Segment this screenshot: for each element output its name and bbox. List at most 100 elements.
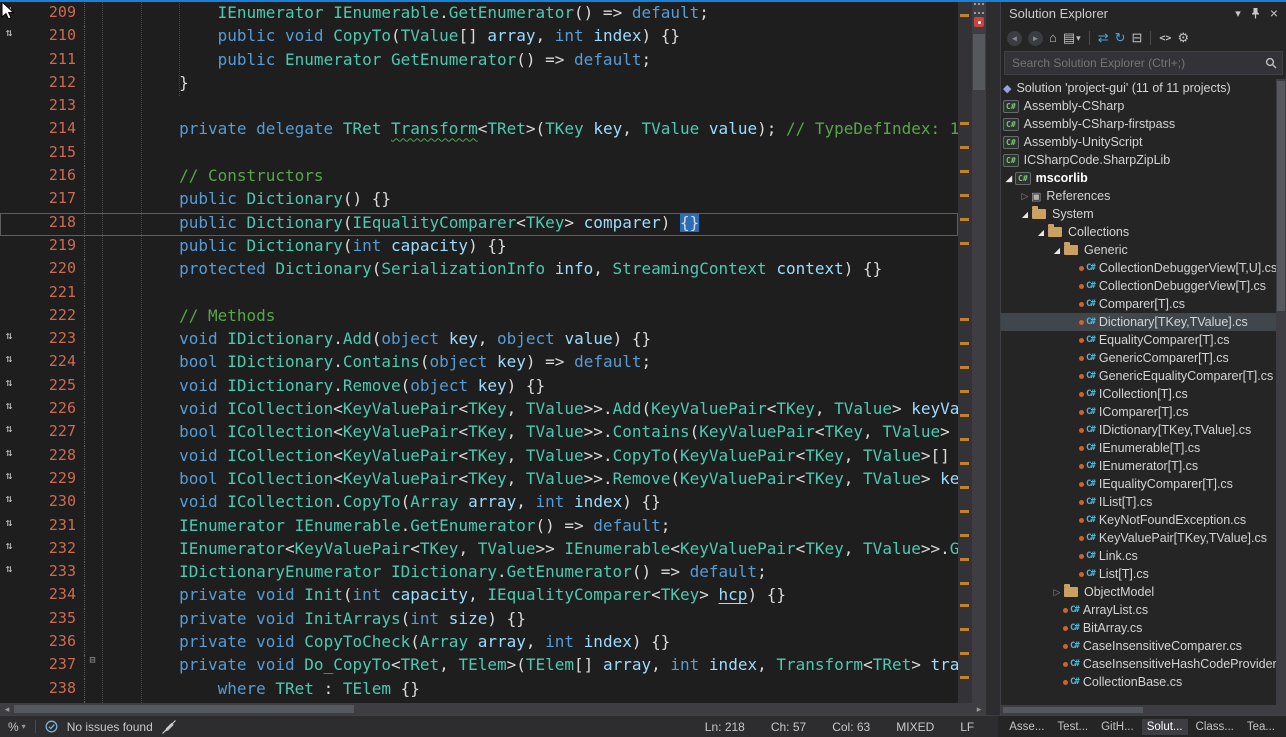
tree-item-objectmodel[interactable]: ▷ObjectModel (1001, 583, 1276, 601)
line-number[interactable]: 235 (18, 609, 76, 632)
zoom-control[interactable]: % ▾ (8, 720, 26, 734)
scope-dropdown-icon[interactable]: ▤ (1063, 30, 1075, 46)
search-input[interactable] (1010, 55, 1265, 71)
status-char[interactable]: Ch: 57 (771, 720, 806, 734)
gutter-implements-icon[interactable]: ⇅ (0, 376, 18, 399)
tree-item-assembly-csharp-firstpass[interactable]: C#Assembly-CSharp-firstpass (1001, 115, 1276, 133)
hscroll-track[interactable] (14, 703, 972, 715)
tree-item-caseinsensitivecomparer-cs[interactable]: C#CaseInsensitiveComparer.cs (1001, 637, 1276, 655)
tree-item-assembly-unityscript[interactable]: C#Assembly-UnityScript (1001, 133, 1276, 151)
line-number[interactable]: 212 (18, 73, 76, 96)
expanded-arrow-icon[interactable]: ◢ (1019, 210, 1031, 219)
gutter-implements-icon[interactable]: ⇅ (0, 446, 18, 469)
code-line-222[interactable]: 222 // Methods (0, 306, 958, 329)
tree-item-bitarray-cs[interactable]: C#BitArray.cs (1001, 619, 1276, 637)
refresh-icon[interactable]: ↻ (1115, 30, 1126, 46)
code-line-230[interactable]: ⇅230 void ICollection.CopyTo(Array array… (0, 492, 958, 515)
line-number[interactable]: 228 (18, 446, 76, 469)
gutter-implements-icon[interactable]: ⇅ (0, 469, 18, 492)
line-number[interactable]: 219 (18, 236, 76, 259)
line-number[interactable]: 209 (18, 3, 76, 26)
splitter-grip-icon[interactable] (974, 3, 984, 14)
line-number[interactable]: 222 (18, 306, 76, 329)
expanded-arrow-icon[interactable]: ◢ (1003, 174, 1015, 183)
line-number[interactable]: 217 (18, 189, 76, 212)
code-line-213[interactable]: 213 (0, 96, 958, 119)
line-number[interactable]: 233 (18, 562, 76, 585)
line-number[interactable]: 234 (18, 585, 76, 608)
tree-item-list-t-cs[interactable]: C#List[T].cs (1001, 565, 1276, 583)
line-number[interactable]: 210 (18, 26, 76, 49)
tree-item-equalitycomparer-t-cs[interactable]: C#EqualityComparer[T].cs (1001, 331, 1276, 349)
line-number[interactable]: 213 (18, 96, 76, 119)
code-line-232[interactable]: ⇅232 IEnumerator<KeyValuePair<TKey, TVal… (0, 539, 958, 562)
scroll-right-icon[interactable]: ▸ (972, 703, 986, 715)
tree-item-caseinsensitivehashcodeprovider-cs[interactable]: C#CaseInsensitiveHashCodeProvider.cs (1001, 655, 1276, 673)
code-line-218[interactable]: 218 public Dictionary(IEqualityComparer<… (0, 213, 958, 236)
line-number[interactable]: 221 (18, 283, 76, 306)
code-line-231[interactable]: ⇅231 IEnumerator IEnumerable.GetEnumerat… (0, 516, 958, 539)
status-column[interactable]: Col: 63 (832, 720, 870, 734)
code-line-215[interactable]: 215 (0, 143, 958, 166)
line-number[interactable]: 230 (18, 492, 76, 515)
tree-item-collections[interactable]: ◢Collections (1001, 223, 1276, 241)
code-line-211[interactable]: 211 public Enumerator GetEnumerator() =>… (0, 50, 958, 73)
issues-health-icon[interactable] (45, 720, 58, 733)
editor-vertical-scrollbar[interactable] (972, 0, 986, 703)
tree-item-genericequalitycomparer-t-cs[interactable]: C#GenericEqualityComparer[T].cs (1001, 367, 1276, 385)
search-box[interactable] (1004, 51, 1283, 75)
status-line[interactable]: Ln: 218 (705, 720, 745, 734)
gutter-implements-icon[interactable]: ⇅ (0, 399, 18, 422)
tree-item-collectiondebuggerview-t-cs[interactable]: C#CollectionDebuggerView[T].cs (1001, 277, 1276, 295)
hscroll-thumb[interactable] (14, 705, 354, 713)
tree-item-genericcomparer-t-cs[interactable]: C#GenericComparer[T].cs (1001, 349, 1276, 367)
tree-item-comparer-t-cs[interactable]: C#Comparer[T].cs (1001, 295, 1276, 313)
status-eol[interactable]: LF (960, 720, 974, 734)
line-number[interactable]: 231 (18, 516, 76, 539)
tree-item-arraylist-cs[interactable]: C#ArrayList.cs (1001, 601, 1276, 619)
line-number[interactable]: 218 (18, 213, 76, 236)
fold-collapse-icon[interactable]: ⊟ (84, 655, 100, 678)
issues-status[interactable]: No issues found (67, 720, 153, 734)
tree-item-idictionary-tkey-tvalue-cs[interactable]: C#IDictionary[TKey,TValue].cs (1001, 421, 1276, 439)
gutter-implements-icon[interactable]: ⇅ (0, 329, 18, 352)
tree-item-link-cs[interactable]: C#Link.cs (1001, 547, 1276, 565)
tree-item-iequalitycomparer-t-cs[interactable]: C#IEqualityComparer[T].cs (1001, 475, 1276, 493)
code-line-227[interactable]: ⇅227 bool ICollection<KeyValuePair<TKey,… (0, 422, 958, 445)
line-number[interactable]: 226 (18, 399, 76, 422)
gutter-implements-icon[interactable]: ⇅ (0, 26, 18, 49)
code-line-228[interactable]: ⇅228 void ICollection<KeyValuePair<TKey,… (0, 446, 958, 469)
code-line-214[interactable]: 214 private delegate TRet Transform<TRet… (0, 119, 958, 142)
tree-item-ienumerable-t-cs[interactable]: C#IEnumerable[T].cs (1001, 439, 1276, 457)
tree-vscroll-thumb[interactable] (1277, 81, 1285, 311)
properties-icon[interactable]: ⚙ (1177, 30, 1189, 46)
code-line-225[interactable]: ⇅225 void IDictionary.Remove(object key)… (0, 376, 958, 399)
scope-caret-icon[interactable]: ▾ (1076, 30, 1081, 46)
editor-horizontal-scrollbar[interactable]: ◂ ▸ (0, 703, 986, 715)
gutter-implements-icon[interactable]: ⇅ (0, 516, 18, 539)
tree-item-keynotfoundexception-cs[interactable]: C#KeyNotFoundException.cs (1001, 511, 1276, 529)
tab-test[interactable]: Test... (1052, 719, 1093, 735)
code-line-234[interactable]: 234 private void Init(int capacity, IEqu… (0, 585, 958, 608)
tab-gith[interactable]: GitH... (1096, 719, 1139, 735)
line-number[interactable]: 229 (18, 469, 76, 492)
code-line-233[interactable]: ⇅233 IDictionaryEnumerator IDictionary.G… (0, 562, 958, 585)
tab-tea[interactable]: Tea... (1242, 719, 1280, 735)
line-number[interactable]: 211 (18, 50, 76, 73)
code-line-217[interactable]: 217 public Dictionary() {} (0, 189, 958, 212)
status-line-endings[interactable]: MIXED (896, 720, 934, 734)
gutter-implements-icon[interactable]: ⇅ (0, 422, 18, 445)
line-number[interactable]: 216 (18, 166, 76, 189)
gutter-implements-icon[interactable]: ⇅ (0, 539, 18, 562)
tree-item-system[interactable]: ◢System (1001, 205, 1276, 223)
line-number[interactable]: 215 (18, 143, 76, 166)
tree-item-references[interactable]: ▷▣References (1001, 187, 1276, 205)
close-icon[interactable]: × (1270, 5, 1278, 21)
code-line-219[interactable]: 219 public Dictionary(int capacity) {} (0, 236, 958, 259)
code-line-229[interactable]: ⇅229 bool ICollection<KeyValuePair<TKey,… (0, 469, 958, 492)
tree-item-ienumerator-t-cs[interactable]: C#IEnumerator[T].cs (1001, 457, 1276, 475)
tab-class[interactable]: Class... (1191, 719, 1239, 735)
scroll-left-icon[interactable]: ◂ (0, 703, 14, 715)
code-line-220[interactable]: 220 protected Dictionary(SerializationIn… (0, 259, 958, 282)
line-number[interactable]: 227 (18, 422, 76, 445)
